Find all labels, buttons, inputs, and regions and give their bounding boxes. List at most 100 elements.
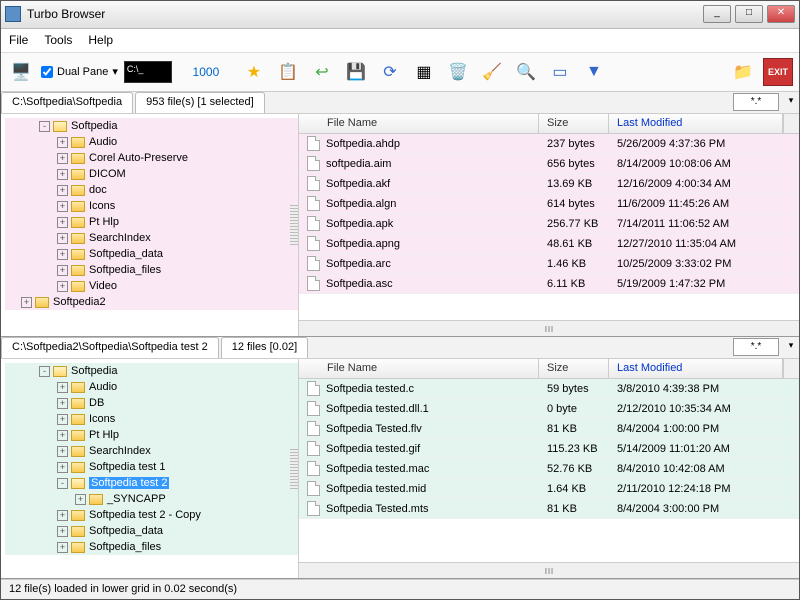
expand-icon[interactable]: +: [57, 201, 68, 212]
cleanup-icon[interactable]: 🧹: [478, 58, 506, 86]
pane1-filter-box[interactable]: *.*: [733, 93, 779, 111]
pane2-tree[interactable]: -Softpedia+Audio+DB+Icons+Pt Hlp+SearchI…: [1, 359, 299, 578]
pane1-tree[interactable]: -Softpedia+Audio+Corel Auto-Preserve+DIC…: [1, 114, 299, 336]
tree-item[interactable]: +Pt Hlp: [5, 214, 298, 230]
tree-item[interactable]: +SearchIndex: [5, 230, 298, 246]
scrollbar-up-icon[interactable]: [783, 114, 799, 133]
pane1-filter-dropdown-icon[interactable]: ▾: [783, 92, 799, 108]
scrollbar-up-icon[interactable]: [783, 359, 799, 378]
tree-item[interactable]: +Video: [5, 278, 298, 294]
table-row[interactable]: Softpedia tested.gif115.23 KB5/14/2009 1…: [299, 439, 799, 459]
pane2-path[interactable]: C:\Softpedia2\Softpedia\Softpedia test 2: [1, 337, 219, 358]
table-row[interactable]: Softpedia.apk256.77 KB7/14/2011 11:06:52…: [299, 214, 799, 234]
tree-list-icon[interactable]: 📋: [274, 58, 302, 86]
monitor-icon[interactable]: 🖥️: [7, 58, 35, 86]
pane2-hscrollbar[interactable]: ııı: [299, 562, 799, 578]
table-row[interactable]: Softpedia.ahdp237 bytes5/26/2009 4:37:36…: [299, 134, 799, 154]
table-row[interactable]: Softpedia.apng48.61 KB12/27/2010 11:35:0…: [299, 234, 799, 254]
dual-pane-toggle[interactable]: Dual Pane ▾: [41, 65, 118, 78]
tree-item[interactable]: +DB: [5, 395, 298, 411]
col-filename[interactable]: File Name: [299, 114, 539, 133]
expand-icon[interactable]: +: [57, 281, 68, 292]
drive-icon[interactable]: 💾: [342, 58, 370, 86]
menu-tools[interactable]: Tools: [44, 33, 72, 47]
tree-item[interactable]: +Pt Hlp: [5, 427, 298, 443]
refresh-icon[interactable]: ⟳: [376, 58, 404, 86]
folder-up-icon[interactable]: 📁: [729, 58, 757, 86]
table-row[interactable]: Softpedia tested.mac52.76 KB8/4/2010 10:…: [299, 459, 799, 479]
tree-item[interactable]: +Softpedia2: [5, 294, 298, 310]
table-row[interactable]: softpedia.aim656 bytes8/14/2009 10:08:06…: [299, 154, 799, 174]
exit-button[interactable]: EXIT: [763, 58, 793, 86]
dual-pane-checkbox[interactable]: [41, 66, 53, 78]
recycle-icon[interactable]: 🗑️: [444, 58, 472, 86]
expand-icon[interactable]: +: [57, 153, 68, 164]
tree-item[interactable]: +DICOM: [5, 166, 298, 182]
expand-icon[interactable]: -: [39, 121, 50, 132]
expand-icon[interactable]: +: [57, 169, 68, 180]
table-row[interactable]: Softpedia Tested.flv81 KB8/4/2004 1:00:0…: [299, 419, 799, 439]
expand-icon[interactable]: +: [57, 382, 68, 393]
tree-item[interactable]: -Softpedia: [5, 363, 298, 379]
filter-icon[interactable]: ▼: [580, 58, 608, 86]
expand-icon[interactable]: +: [57, 217, 68, 228]
table-row[interactable]: Softpedia tested.c59 bytes3/8/2010 4:39:…: [299, 379, 799, 399]
pane2-filter-box[interactable]: *.*: [733, 338, 779, 356]
col-filename[interactable]: File Name: [299, 359, 539, 378]
search-icon[interactable]: 🔍: [512, 58, 540, 86]
expand-icon[interactable]: +: [21, 297, 32, 308]
col-modified[interactable]: Last Modified: [609, 114, 783, 133]
expand-icon[interactable]: +: [57, 446, 68, 457]
table-row[interactable]: Softpedia.algn614 bytes11/6/2009 11:45:2…: [299, 194, 799, 214]
expand-icon[interactable]: +: [75, 494, 86, 505]
pane1-hscrollbar[interactable]: ııı: [299, 320, 799, 336]
tree-item[interactable]: +doc: [5, 182, 298, 198]
col-size[interactable]: Size: [539, 359, 609, 378]
expand-icon[interactable]: +: [57, 185, 68, 196]
table-row[interactable]: Softpedia.asc6.11 KB5/19/2009 1:47:32 PM: [299, 274, 799, 294]
tree-item[interactable]: -Softpedia test 2: [5, 475, 298, 491]
minimize-button[interactable]: _: [703, 5, 731, 23]
pane2-filter-dropdown-icon[interactable]: ▾: [783, 337, 799, 353]
table-row[interactable]: Softpedia tested.dll.10 byte2/12/2010 10…: [299, 399, 799, 419]
expand-icon[interactable]: +: [57, 430, 68, 441]
expand-icon[interactable]: -: [57, 478, 68, 489]
expand-icon[interactable]: +: [57, 414, 68, 425]
tree-item[interactable]: -Softpedia: [5, 118, 298, 134]
expand-icon[interactable]: +: [57, 526, 68, 537]
expand-icon[interactable]: +: [57, 462, 68, 473]
tree-item[interactable]: +Audio: [5, 379, 298, 395]
tree-item[interactable]: +_SYNCAPP: [5, 491, 298, 507]
tree-item[interactable]: +Softpedia_files: [5, 539, 298, 555]
menu-help[interactable]: Help: [88, 33, 113, 47]
expand-icon[interactable]: +: [57, 265, 68, 276]
tree-item[interactable]: +Softpedia_data: [5, 246, 298, 262]
col-size[interactable]: Size: [539, 114, 609, 133]
tree-item[interactable]: +Softpedia test 2 - Copy: [5, 507, 298, 523]
splitter-handle[interactable]: [290, 205, 298, 245]
back-icon[interactable]: ↩: [308, 58, 336, 86]
favorites-icon[interactable]: ★: [240, 58, 268, 86]
expand-icon[interactable]: +: [57, 398, 68, 409]
table-row[interactable]: Softpedia.arc1.46 KB10/25/2009 3:33:02 P…: [299, 254, 799, 274]
tree-item[interactable]: +Icons: [5, 198, 298, 214]
expand-icon[interactable]: +: [57, 249, 68, 260]
tree-item[interactable]: +SearchIndex: [5, 443, 298, 459]
pane1-path[interactable]: C:\Softpedia\Softpedia: [1, 92, 133, 113]
dropdown-icon[interactable]: ▾: [112, 65, 118, 78]
table-row[interactable]: Softpedia Tested.mts81 KB8/4/2004 3:00:0…: [299, 499, 799, 519]
number-input[interactable]: 1000: [178, 63, 234, 81]
tree-item[interactable]: +Softpedia_data: [5, 523, 298, 539]
menu-file[interactable]: File: [9, 33, 28, 47]
tree-item[interactable]: +Audio: [5, 134, 298, 150]
pane1-grid-body[interactable]: Softpedia.ahdp237 bytes5/26/2009 4:37:36…: [299, 134, 799, 320]
splitter-handle[interactable]: [290, 449, 298, 489]
col-modified[interactable]: Last Modified: [609, 359, 783, 378]
thumbnails-icon[interactable]: ▦: [410, 58, 438, 86]
table-row[interactable]: Softpedia tested.mid1.64 KB2/11/2010 12:…: [299, 479, 799, 499]
tree-item[interactable]: +Softpedia_files: [5, 262, 298, 278]
window-icon[interactable]: ▭: [546, 58, 574, 86]
table-row[interactable]: Softpedia.akf13.69 KB12/16/2009 4:00:34 …: [299, 174, 799, 194]
pane2-grid-body[interactable]: Softpedia tested.c59 bytes3/8/2010 4:39:…: [299, 379, 799, 562]
expand-icon[interactable]: +: [57, 137, 68, 148]
